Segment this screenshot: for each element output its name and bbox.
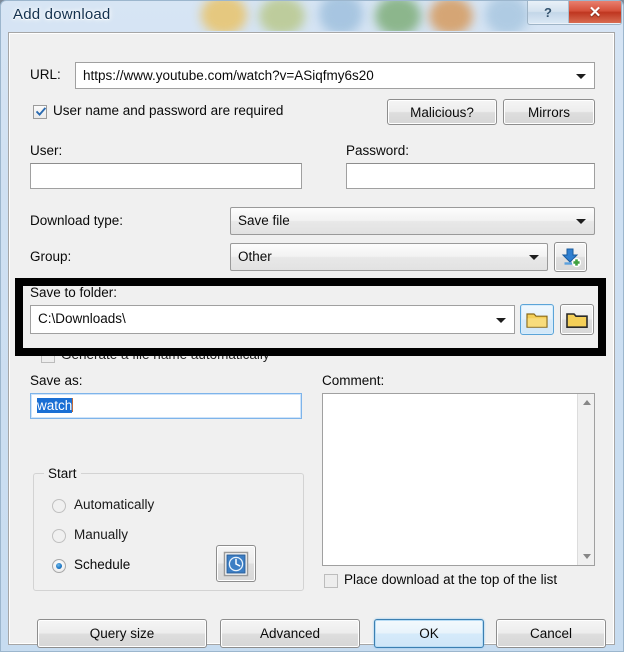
radio-automatically[interactable] <box>52 499 66 513</box>
password-input[interactable] <box>346 163 595 189</box>
mirrors-button[interactable]: Mirrors <box>503 99 595 125</box>
url-label: URL: <box>30 67 61 82</box>
scroll-up-arrow-icon[interactable] <box>578 394 595 411</box>
password-label: Password: <box>346 143 410 158</box>
background-icon-blob <box>319 1 363 31</box>
save-to-folder-combo[interactable]: C:\Downloads\ <box>30 305 515 334</box>
chevron-down-icon[interactable] <box>496 317 506 323</box>
text-caret <box>72 398 74 412</box>
background-icon-blob <box>259 1 305 31</box>
title-bar[interactable]: Add download ? ✕ <box>1 1 624 31</box>
radio-schedule[interactable] <box>52 559 66 573</box>
group-label: Group: <box>30 249 72 264</box>
folder-closed-icon <box>526 312 548 328</box>
generate-filename-checkbox[interactable] <box>41 349 55 363</box>
scroll-down-arrow-icon[interactable] <box>578 548 595 565</box>
place-top-checkbox[interactable] <box>324 574 338 588</box>
help-icon[interactable]: ? <box>528 1 569 23</box>
save-as-label: Save as: <box>30 373 83 388</box>
url-combo[interactable]: https://www.youtube.com/watch?v=ASiqfmy6… <box>75 62 595 89</box>
credentials-checkbox[interactable] <box>33 105 47 119</box>
chevron-down-icon[interactable] <box>576 73 586 79</box>
generate-filename-label[interactable]: Generate a file name automatically <box>61 347 270 362</box>
credentials-checkbox-label[interactable]: User name and password are required <box>53 103 283 118</box>
browse-folder-button[interactable] <box>520 304 554 335</box>
dialog-client-area: URL: https://www.youtube.com/watch?v=ASi… <box>8 32 615 648</box>
place-top-label[interactable]: Place download at the top of the list <box>344 572 557 587</box>
comment-scrollbar[interactable] <box>577 394 594 565</box>
save-as-value: watch <box>37 398 73 413</box>
user-label: User: <box>30 143 63 158</box>
clock-schedule-icon <box>223 551 249 576</box>
user-input[interactable] <box>30 163 302 189</box>
save-as-input[interactable]: watch <box>30 393 302 419</box>
caption-button-group: ? ✕ <box>527 1 622 25</box>
query-size-button[interactable]: Query size <box>37 619 207 648</box>
malicious-button[interactable]: Malicious? <box>387 99 497 125</box>
comment-textarea[interactable] <box>322 393 595 566</box>
save-to-folder-value: C:\Downloads\ <box>38 311 126 326</box>
add-group-button[interactable] <box>554 242 587 272</box>
close-icon[interactable]: ✕ <box>569 1 621 23</box>
start-group-title: Start <box>44 466 81 481</box>
url-value: https://www.youtube.com/watch?v=ASiqfmy6… <box>83 68 374 83</box>
open-folder-button[interactable] <box>560 304 594 335</box>
group-value: Other <box>238 249 272 264</box>
radio-selected-dot <box>56 563 62 569</box>
radio-manually[interactable] <box>52 529 66 543</box>
background-icon-blob <box>201 1 247 31</box>
folder-open-icon <box>566 312 588 328</box>
chevron-down-icon[interactable] <box>529 255 539 260</box>
radio-schedule-label[interactable]: Schedule <box>74 557 130 572</box>
comment-label: Comment: <box>322 373 385 388</box>
chevron-down-icon[interactable] <box>576 219 586 224</box>
background-icon-blob <box>485 1 529 31</box>
download-type-label: Download type: <box>30 213 124 228</box>
background-icon-blob <box>429 1 473 31</box>
download-type-combo[interactable]: Save file <box>230 207 595 235</box>
advanced-button[interactable]: Advanced <box>220 619 360 648</box>
add-download-dialog-window: Add download ? ✕ URL: https://www.youtub… <box>0 0 624 652</box>
schedule-settings-button[interactable] <box>216 545 256 582</box>
background-icon-blob <box>375 1 421 31</box>
download-type-value: Save file <box>238 213 290 228</box>
check-icon <box>36 107 46 117</box>
radio-manually-label[interactable]: Manually <box>74 527 128 542</box>
save-to-folder-label: Save to folder: <box>30 285 118 300</box>
window-title: Add download <box>13 6 111 23</box>
cancel-button[interactable]: Cancel <box>496 619 606 648</box>
group-combo[interactable]: Other <box>230 243 548 271</box>
download-add-icon <box>561 248 581 267</box>
ok-button[interactable]: OK <box>374 619 484 648</box>
radio-automatically-label[interactable]: Automatically <box>74 497 154 512</box>
